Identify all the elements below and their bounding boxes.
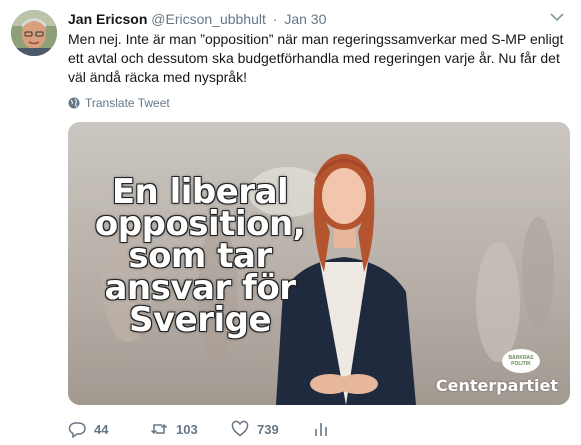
user-handle[interactable]: @Ericson_ubbhult (151, 11, 266, 27)
globe-icon (68, 97, 80, 109)
analytics-icon (315, 423, 327, 436)
like-count: 739 (257, 421, 279, 437)
heart-icon (231, 420, 249, 437)
tweet-text: Men nej. Inte är man ”opposition” när ma… (68, 31, 564, 85)
display-name[interactable]: Jan Ericson (68, 11, 147, 27)
slogan-line: Sverige (128, 300, 272, 340)
avatar-image (11, 10, 57, 56)
tweet: Jan Ericson @Ericson_ubbhult · Jan 30 Me… (0, 0, 581, 445)
reply-count: 44 (94, 421, 109, 437)
tweet-image[interactable]: En liberal opposition, som tar ansvar fö… (68, 122, 570, 405)
avatar[interactable] (11, 10, 57, 56)
tweet-date[interactable]: Jan 30 (284, 11, 326, 27)
party-badge: BÄRKRAS POLITIK (502, 349, 540, 373)
reply-button[interactable]: 44 (68, 420, 108, 438)
tweet-header: Jan Ericson @Ericson_ubbhult · Jan 30 (68, 11, 326, 27)
party-logo: Centerpartiet (435, 376, 558, 395)
translate-label: Translate Tweet (85, 96, 170, 110)
retweet-button[interactable]: 103 (150, 420, 198, 438)
analytics-button[interactable] (312, 420, 330, 438)
like-button[interactable]: 739 (231, 420, 279, 438)
separator: · (272, 11, 278, 27)
chevron-down-icon[interactable] (548, 10, 566, 24)
retweet-count: 103 (176, 421, 198, 437)
retweet-icon (150, 423, 168, 435)
translate-tweet-link[interactable]: Translate Tweet (68, 96, 170, 110)
reply-icon (68, 422, 86, 438)
campaign-slogan: En liberal opposition, som tar ansvar fö… (80, 175, 320, 340)
